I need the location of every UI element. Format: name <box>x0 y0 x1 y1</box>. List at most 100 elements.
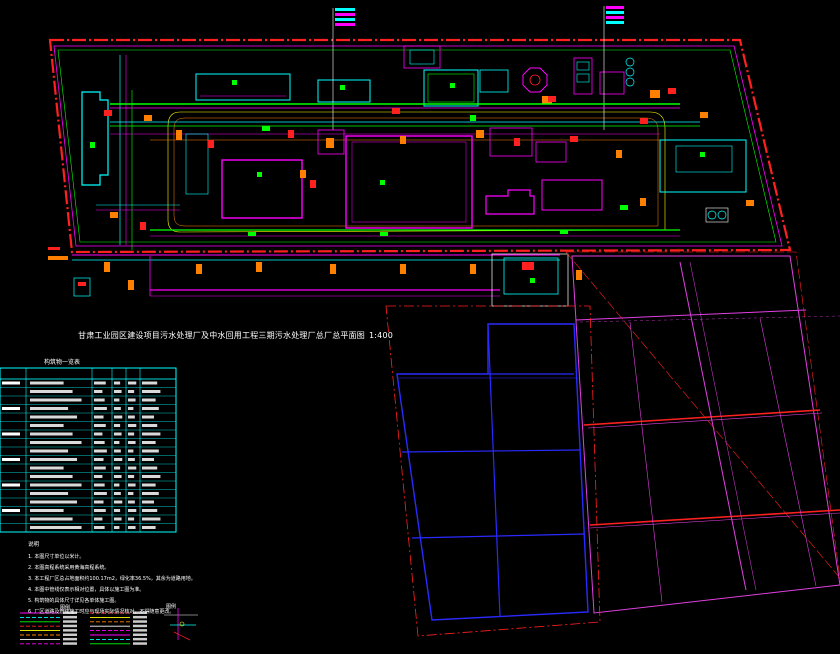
table-cell-text <box>114 407 121 410</box>
table-cell-text <box>30 449 69 453</box>
table-cell-text <box>128 466 137 470</box>
label-bar <box>335 18 355 21</box>
table-cell-text <box>94 381 106 385</box>
table-cell-text <box>114 432 122 436</box>
label-bar <box>606 16 624 19</box>
table-cell-text <box>94 492 107 495</box>
table-cell-text <box>94 390 103 393</box>
table-cell-text <box>142 441 156 444</box>
legend-label <box>63 624 77 628</box>
label-bar <box>335 8 355 11</box>
table-cell-text <box>114 449 121 453</box>
table-cell-text <box>94 466 106 470</box>
table-cell-text <box>94 458 104 461</box>
table-cell-text <box>128 509 137 512</box>
table-cell-text <box>2 483 20 487</box>
table-cell-text <box>2 407 20 410</box>
table-cell-text <box>114 381 121 385</box>
legend-label <box>63 633 77 636</box>
table-cell-text <box>114 415 123 419</box>
note-2: 2. 本图高程系统采用黄海高程系统。 <box>28 565 110 571</box>
table-cell-text <box>30 492 69 495</box>
table-cell-text <box>142 415 154 419</box>
label-bar <box>606 11 624 14</box>
drawing-scale: 1:400 <box>369 331 394 340</box>
legend-label <box>63 629 77 632</box>
mark <box>257 172 262 177</box>
legend-label <box>63 637 77 641</box>
table-cell-text <box>128 492 134 495</box>
note-1: 1. 本图尺寸单位以米计。 <box>28 554 85 560</box>
blower-mark <box>450 83 455 88</box>
table-cell-text <box>30 390 73 393</box>
legend-label <box>133 620 147 623</box>
table-cell-text <box>30 466 64 470</box>
table-cell-text <box>2 381 20 385</box>
table-cell-text <box>128 483 136 487</box>
table-cell-text <box>142 407 159 410</box>
table-cell-text <box>128 458 135 461</box>
legend-label <box>133 629 147 632</box>
table-cell-text <box>114 526 120 529</box>
table-cell-text <box>30 475 73 478</box>
table-cell-text <box>2 432 20 436</box>
legend-title: 图例 <box>60 605 71 611</box>
legend-label <box>133 642 147 645</box>
table-cell-text <box>128 526 136 529</box>
table-cell-text <box>114 517 122 521</box>
table-cell-text <box>128 432 135 436</box>
table-cell-text <box>114 441 120 444</box>
table-cell-text <box>94 449 107 453</box>
table-cell-text <box>142 381 158 385</box>
table-cell-text <box>128 449 134 453</box>
note-4: 4. 本图中管线仅表示相对位置，具体以施工图为准。 <box>28 587 145 593</box>
mark <box>700 152 705 157</box>
table-cell-text <box>30 500 78 504</box>
table-cell-text <box>94 441 105 444</box>
table-cell-text <box>128 475 135 478</box>
table-cell-text <box>142 432 161 436</box>
note-3: 3. 本工程厂区总占地面积约100.17m2，绿化率36.5%，其余为道路用地。 <box>28 576 196 582</box>
legend-title-2: 图例 <box>166 604 177 610</box>
table-cell-text <box>128 398 136 402</box>
table-cell-text <box>142 492 159 495</box>
legend-label <box>133 633 147 636</box>
table-cell-text <box>94 398 105 402</box>
table-cell-text <box>94 407 107 410</box>
table-cell-text <box>142 424 158 427</box>
table-cell-text <box>30 415 78 419</box>
table-cell-text <box>30 432 73 436</box>
table-cell-text <box>94 424 106 427</box>
table-cell-text <box>128 517 135 521</box>
table-cell-text <box>114 492 121 495</box>
building-lab-mark <box>340 85 345 90</box>
table-cell-text <box>114 475 122 478</box>
legend-label <box>63 620 77 623</box>
table-cell-text <box>142 526 156 529</box>
table-cell-text <box>128 500 135 504</box>
table-cell-text <box>128 441 136 444</box>
table-cell-text <box>114 500 123 504</box>
cad-drawing-canvas[interactable]: 甘肃工业园区建设项目污水处理厂及中水回用工程三期污水处理厂总厂总平面图 1:400… <box>0 0 840 654</box>
table-cell-text <box>114 398 120 402</box>
table-caption: 构筑物一览表 <box>44 359 81 366</box>
marker <box>530 278 535 283</box>
table-cell-text <box>94 500 104 504</box>
table-cell-text <box>142 500 154 504</box>
table-cell-text <box>142 466 158 470</box>
legend-label <box>63 642 77 645</box>
notes-title: 说明 <box>28 542 40 548</box>
table-cell-text <box>128 407 134 410</box>
table-cell-text <box>114 466 121 470</box>
table-cell-text <box>30 509 64 512</box>
table-cell-text <box>30 517 73 521</box>
table-cell-text <box>94 475 103 478</box>
table-cell-text <box>30 441 82 444</box>
table-cell-text <box>2 509 20 512</box>
table-cell-text <box>30 381 64 385</box>
table-cell-text <box>94 517 103 521</box>
table-cell-text <box>114 424 121 427</box>
table-cell-text <box>128 424 137 427</box>
gate-marker <box>90 142 95 148</box>
table-cell-text <box>142 517 161 521</box>
